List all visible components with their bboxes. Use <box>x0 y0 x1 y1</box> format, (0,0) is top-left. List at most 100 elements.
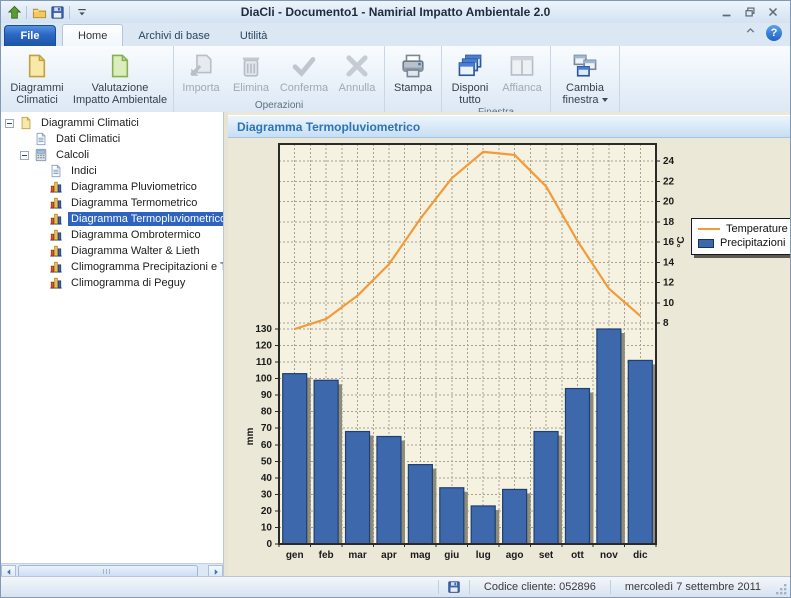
ribbon-collapse-icon[interactable] <box>744 24 757 42</box>
button-label: Annulla <box>339 82 376 94</box>
affianca-button[interactable]: Affianca <box>496 47 548 106</box>
ribbon-group: Stampa <box>385 46 442 112</box>
tree-item-diagramma-pluviometrico[interactable]: Diagramma Pluviometrico <box>1 179 223 195</box>
button-label: Valutazione Impatto Ambientale <box>73 82 167 106</box>
bar-mag <box>408 465 432 544</box>
resize-grip[interactable] <box>775 583 788 596</box>
tree-item-label: Climogramma Precipitazioni e Temperature <box>68 260 223 274</box>
tree-item-calcoli[interactable]: Calcoli <box>1 147 223 163</box>
tab-file[interactable]: File <box>4 25 56 46</box>
title-bar: DiaCli - Documento1 - Namirial Impatto A… <box>1 1 790 23</box>
chart-bars-icon <box>49 244 65 258</box>
tree-item-label: Diagramma Ombrotermico <box>68 228 204 242</box>
svg-text:16: 16 <box>663 237 675 248</box>
expander-minus-icon[interactable] <box>5 119 14 128</box>
svg-text:20: 20 <box>663 197 675 208</box>
qat-dropdown-icon[interactable] <box>73 3 91 21</box>
calc-icon <box>34 148 50 162</box>
legend-entry-precipitazioni: Precipitazioni <box>698 236 788 250</box>
restore-button[interactable] <box>742 5 758 19</box>
stampa-button[interactable]: Stampa <box>387 47 439 99</box>
svg-text:10: 10 <box>261 522 273 533</box>
chart-bars-icon <box>49 276 65 290</box>
tab-archivi-di-base[interactable]: Archivi di base <box>123 25 225 46</box>
tree-item-diagramma-termometrico[interactable]: Diagramma Termometrico <box>1 195 223 211</box>
doc-table-icon <box>34 132 50 146</box>
svg-text:ago: ago <box>506 550 524 561</box>
save-icon[interactable] <box>48 3 66 21</box>
bar-set <box>534 432 558 544</box>
svg-text:mm: mm <box>245 428 256 446</box>
svg-text:24: 24 <box>663 156 675 167</box>
svg-text:60: 60 <box>261 440 273 451</box>
button-label: Diagrammi Climatici <box>10 82 63 106</box>
bar-feb <box>314 380 338 544</box>
svg-text:22: 22 <box>663 176 675 187</box>
save-icon[interactable] <box>439 580 469 594</box>
folder-open-icon[interactable] <box>30 3 48 21</box>
legend-label: Temperature <box>726 223 788 235</box>
button-label: Stampa <box>394 82 432 94</box>
bar-lug <box>471 506 495 544</box>
expander-minus-icon[interactable] <box>20 151 29 160</box>
tree-item-climogramma-precipitazioni-e-temperature[interactable]: Climogramma Precipitazioni e Temperature <box>1 259 223 275</box>
ribbon-tab-row: File HomeArchivi di baseUtilità ? <box>1 23 790 47</box>
svg-text:dic: dic <box>633 550 648 561</box>
tab-home[interactable]: Home <box>62 24 123 46</box>
chart-svg: 0102030405060708090100110120130810121416… <box>228 138 791 568</box>
chart-bars-icon <box>49 260 65 274</box>
valutazione-impatto-ambientale-button[interactable]: Valutazione Impatto Ambientale <box>69 47 171 106</box>
doc-green-icon <box>107 49 133 82</box>
tree-item-diagrammi-climatici[interactable]: Diagrammi Climatici <box>1 115 223 131</box>
group-label <box>387 99 439 112</box>
svg-text:100: 100 <box>255 374 272 385</box>
ribbon-group: Cambia finestra <box>551 46 620 112</box>
svg-text:apr: apr <box>381 550 397 561</box>
tree-item-climogramma-di-peguy[interactable]: Climogramma di Peguy <box>1 275 223 291</box>
svg-text:mag: mag <box>410 550 431 561</box>
svg-text:nov: nov <box>600 550 618 561</box>
application-window: DiaCli - Documento1 - Namirial Impatto A… <box>0 0 791 598</box>
window-controls <box>719 5 790 19</box>
legend-line-swatch <box>698 228 720 230</box>
tree-item-diagramma-termopluviometrico[interactable]: Diagramma Termopluviometrico <box>1 211 223 227</box>
printer-icon <box>400 49 426 82</box>
elimina-button[interactable]: Elimina <box>226 47 276 99</box>
svg-text:feb: feb <box>319 550 334 561</box>
bar-ago <box>503 489 527 544</box>
ribbon-group: Diagrammi Climatici Valutazione Impatto A… <box>3 46 174 112</box>
diagrammi-climatici-button[interactable]: Diagrammi Climatici <box>5 47 69 106</box>
help-button[interactable]: ? <box>766 25 782 41</box>
separator <box>26 6 27 19</box>
app-icon[interactable] <box>5 3 23 21</box>
importa-button[interactable]: Importa <box>176 47 226 99</box>
tree-item-label: Indici <box>68 164 100 178</box>
tab-utilit[interactable]: Utilità <box>225 25 283 46</box>
svg-text:50: 50 <box>261 456 273 467</box>
button-label: Disponi tutto <box>452 82 489 106</box>
cambia-finestra-button[interactable]: Cambia finestra <box>553 47 617 106</box>
chart-container: 0102030405060708090100110120130810121416… <box>228 138 790 579</box>
tree-item-label: Diagramma Termometrico <box>68 196 200 210</box>
tree-item-indici[interactable]: Indici <box>1 163 223 179</box>
switch-window-icon <box>572 49 598 82</box>
tree-item-label: Diagramma Termopluviometrico <box>68 212 223 226</box>
doc-table-icon <box>49 164 65 178</box>
svg-text:12: 12 <box>663 278 675 289</box>
tree-item-label: Diagrammi Climatici <box>38 116 142 130</box>
ribbon-group-operazioni: ImportaEliminaConfermaAnnullaOperazioni <box>174 46 385 112</box>
tree-item-diagramma-walter-lieth[interactable]: Diagramma Walter & Lieth <box>1 243 223 259</box>
bar-apr <box>377 437 401 545</box>
tree-item-diagramma-ombrotermico[interactable]: Diagramma Ombrotermico <box>1 227 223 243</box>
svg-text:90: 90 <box>261 390 273 401</box>
svg-text:30: 30 <box>261 489 273 500</box>
annulla-button[interactable]: Annulla <box>332 47 382 99</box>
status-bar: Codice cliente: 052896 mercoledì 7 sette… <box>1 576 790 597</box>
minimize-button[interactable] <box>719 5 735 19</box>
conferma-button[interactable]: Conferma <box>276 47 332 99</box>
svg-text:80: 80 <box>261 407 273 418</box>
tree-item-dati-climatici[interactable]: Dati Climatici <box>1 131 223 147</box>
svg-text:ott: ott <box>571 550 584 561</box>
disponi-tutto-button[interactable]: Disponi tutto <box>444 47 496 106</box>
close-button[interactable] <box>765 5 781 19</box>
